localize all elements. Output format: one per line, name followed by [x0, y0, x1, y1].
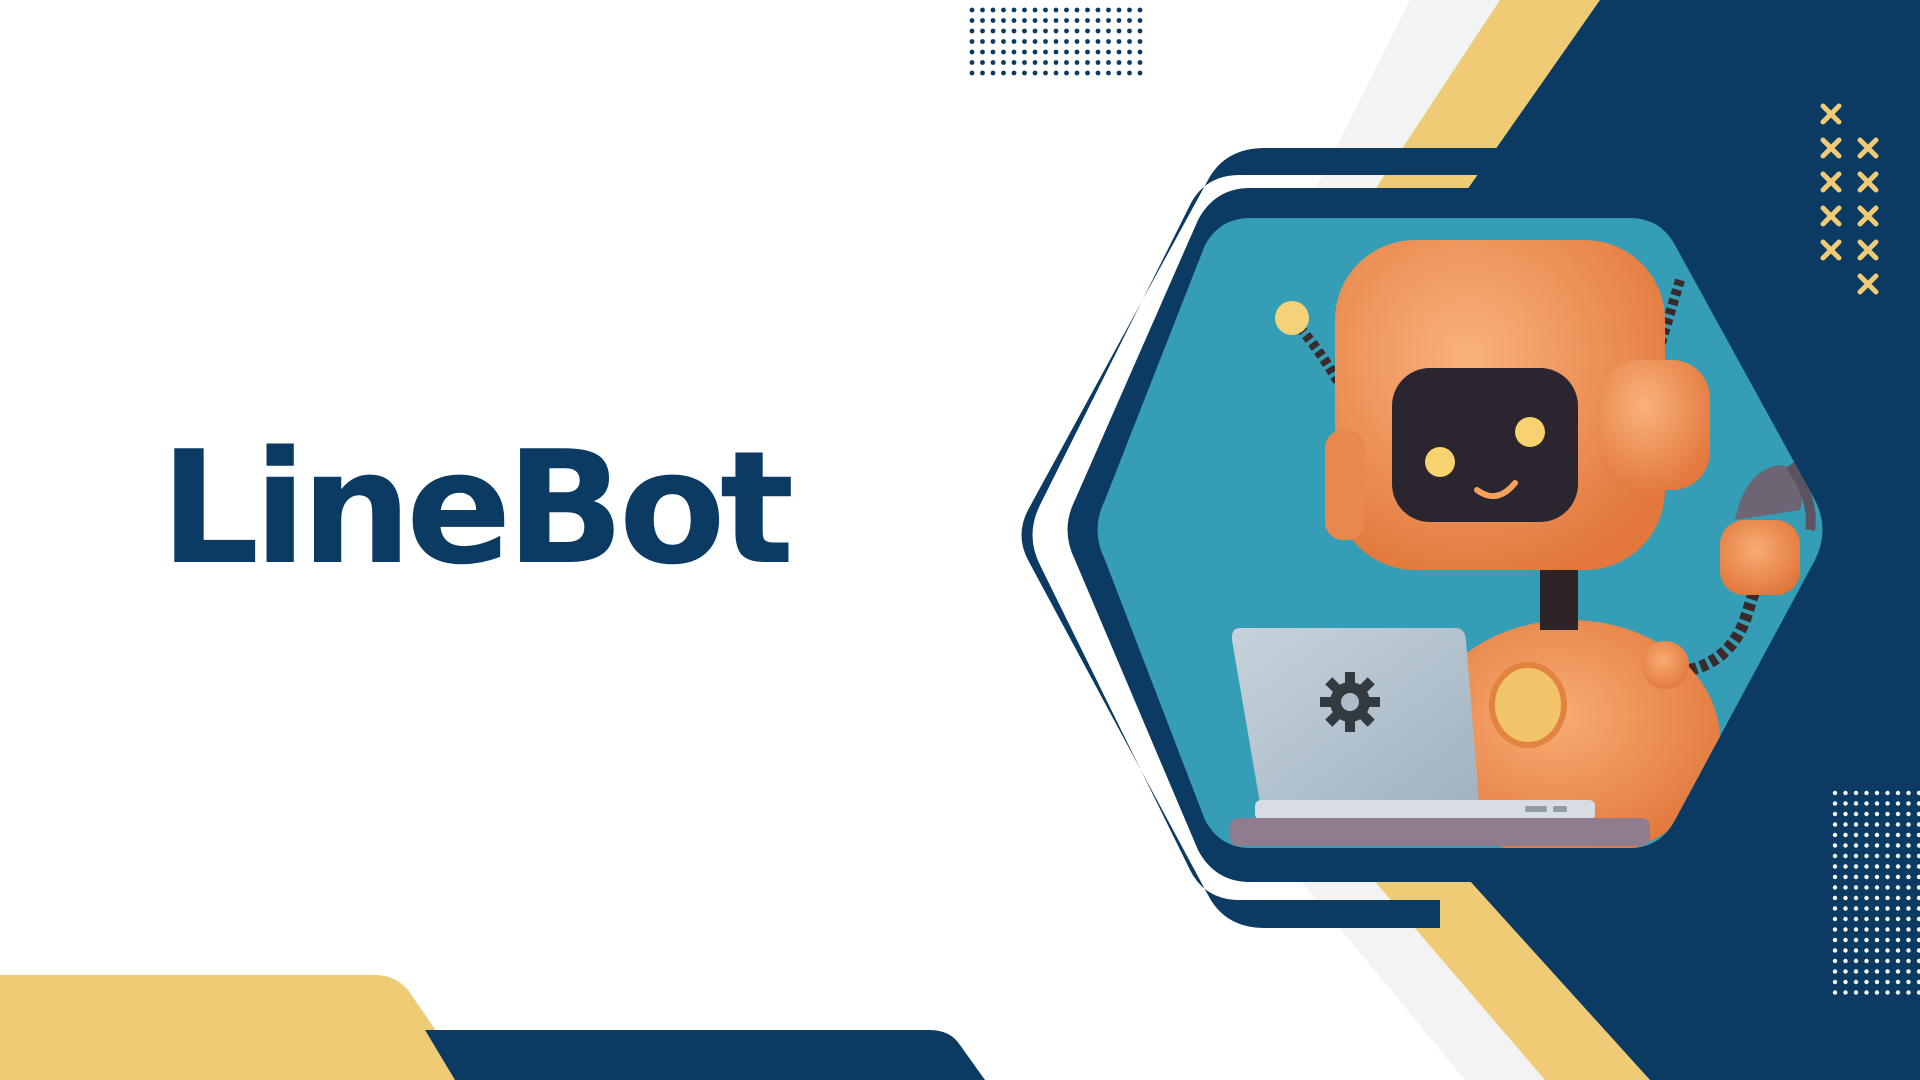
- robot-eye-left: [1425, 447, 1455, 477]
- robot-eye-right: [1515, 417, 1545, 447]
- robot-face-screen: [1392, 368, 1578, 522]
- brand-title: LineBot: [160, 417, 794, 599]
- robot-hand: [1720, 520, 1800, 595]
- gear-icon: [1320, 672, 1380, 732]
- linebot-banner: LineBot: [0, 0, 1920, 1080]
- robot-head: [1325, 240, 1710, 570]
- robot-neck: [1540, 560, 1578, 630]
